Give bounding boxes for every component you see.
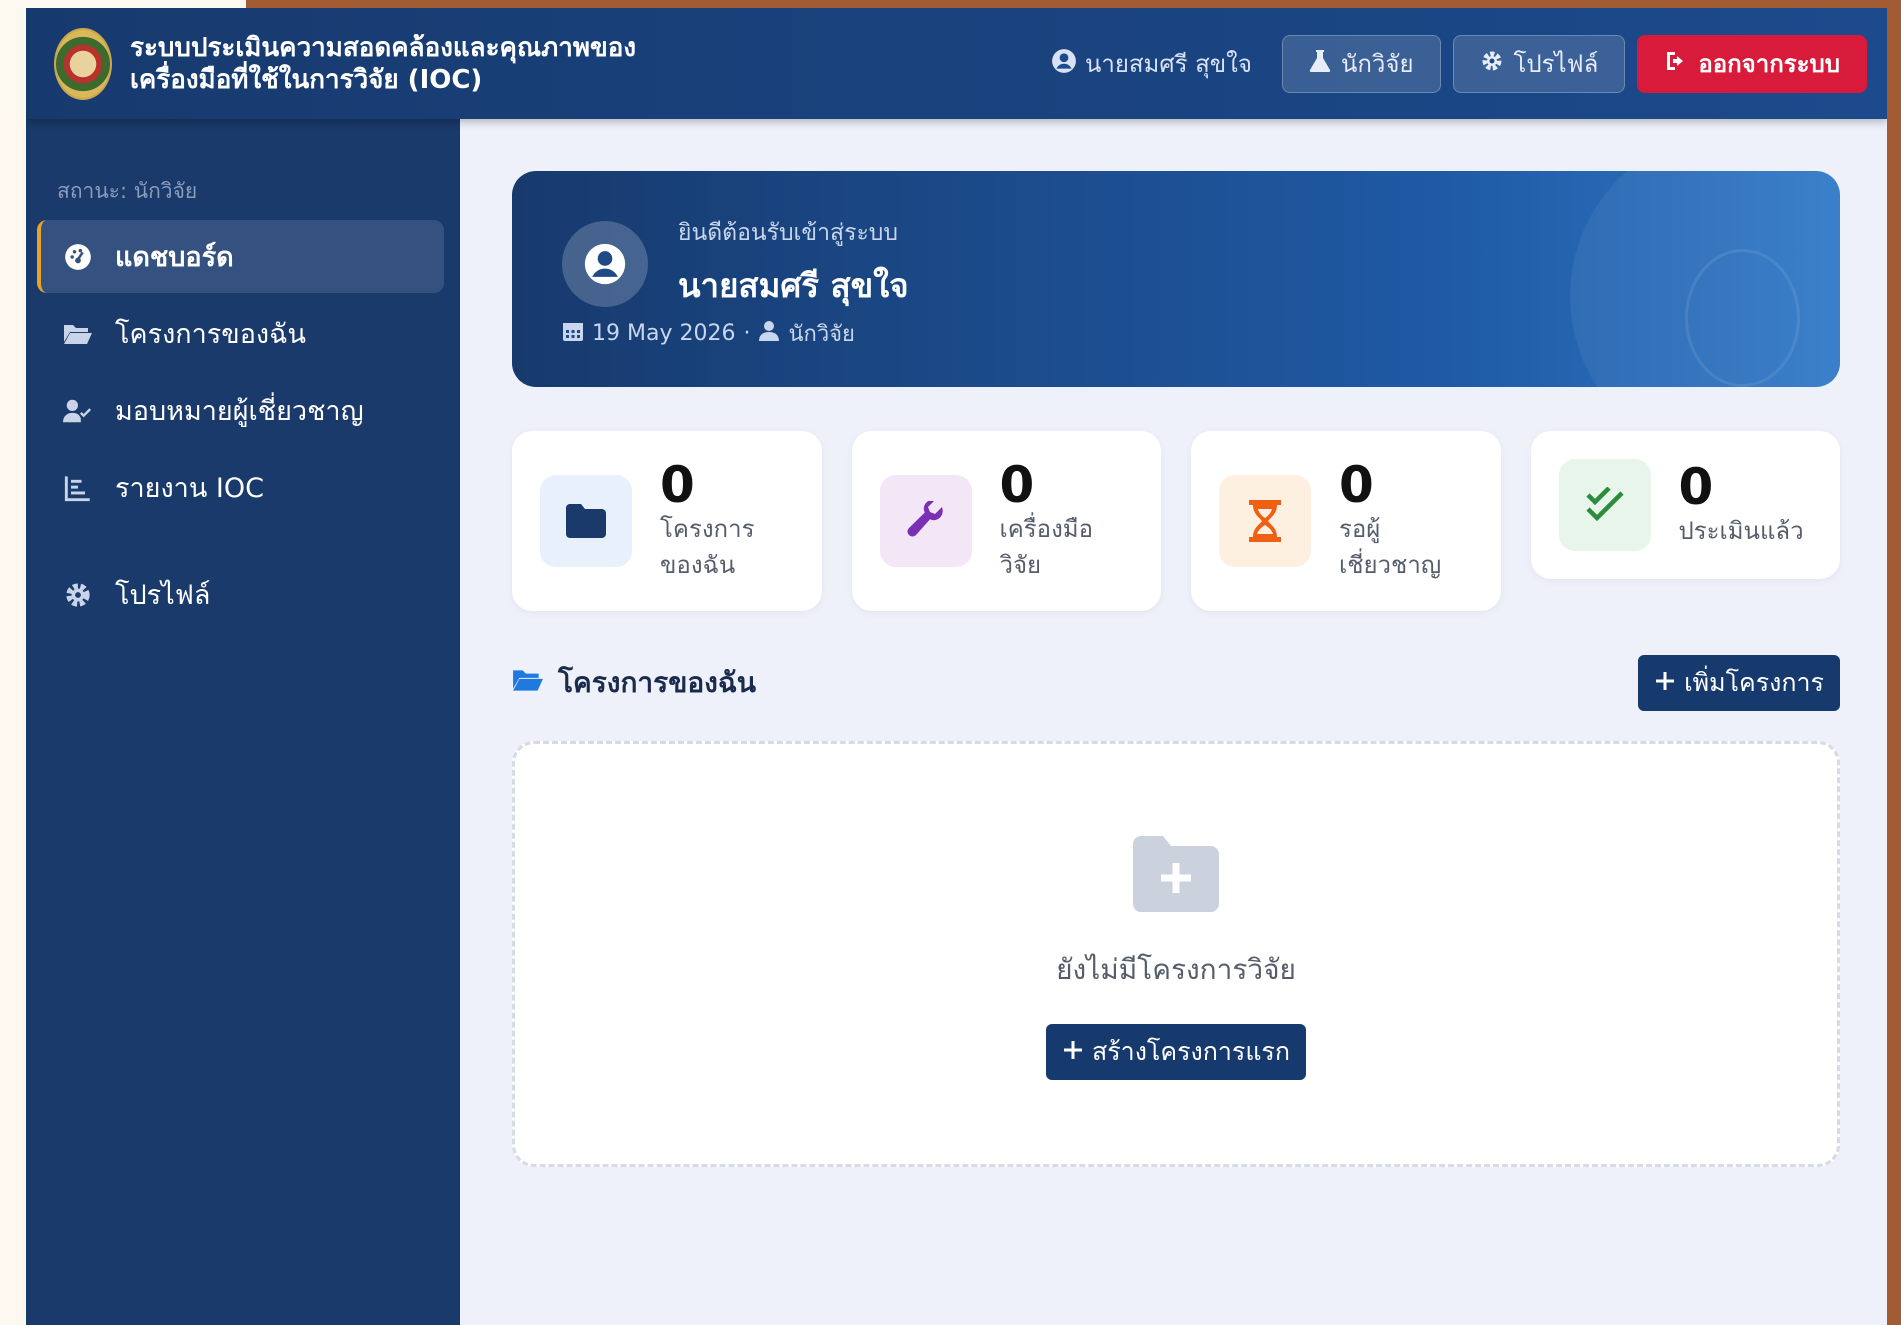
user-check-icon <box>63 396 93 426</box>
add-project-label: เพิ่มโครงการ <box>1684 668 1824 697</box>
gear-icon <box>1480 49 1504 79</box>
stat-text: 0 รอผู้เชี่ยวชาญ <box>1339 459 1473 583</box>
current-user: นายสมศรี สุขใจ <box>1051 44 1252 83</box>
user-icon <box>758 320 780 348</box>
stat-icon-box <box>1219 475 1311 567</box>
sidebar-item-assign-experts[interactable]: มอบหมายผู้เชี่ยวชาญ <box>37 374 444 447</box>
window-frame-right <box>1887 0 1901 1325</box>
chart-icon <box>63 473 93 503</box>
user-circle-icon <box>584 243 626 284</box>
avatar <box>562 220 648 307</box>
plus-icon <box>1654 669 1676 698</box>
stat-card-research-tools[interactable]: 0 เครื่องมือวิจัย <box>851 431 1161 611</box>
stat-icon-box <box>540 475 632 567</box>
welcome-user-name: นายสมศรี สุขใจ <box>678 266 909 305</box>
sidebar-role-label: สถานะ: นักวิจัย <box>57 179 198 203</box>
folder-icon <box>566 504 606 538</box>
sidebar-item-label: รายงาน IOC <box>115 473 264 504</box>
stat-icon-box <box>879 475 972 567</box>
sidebar: สถานะ: นักวิจัย แดชบอร์ด โครงการของฉัน ม… <box>26 119 460 1325</box>
hourglass-icon <box>1249 500 1281 542</box>
welcome-banner: ยินดีต้อนรับเข้าสู่ระบบ นายสมศรี สุขใจ 1… <box>512 171 1840 387</box>
sidebar-item-label: มอบหมายผู้เชี่ยวชาญ <box>115 396 364 427</box>
calendar-icon <box>562 320 584 348</box>
gear-icon <box>63 580 93 610</box>
create-first-project-label: สร้างโครงการแรก <box>1092 1037 1290 1066</box>
stat-text: 0 ประเมินแล้ว <box>1679 461 1804 549</box>
meta-separator: · <box>743 321 751 346</box>
stat-card-evaluated[interactable]: 0 ประเมินแล้ว <box>1530 431 1840 579</box>
logout-button[interactable]: ออกจากระบบ <box>1637 34 1867 93</box>
welcome-date: 19 May 2026 <box>592 321 736 346</box>
projects-header: โครงการของฉัน เพิ่มโครงการ <box>512 655 1840 711</box>
stat-label: ประเมินแล้ว <box>1678 517 1804 545</box>
logout-button-label: ออกจากระบบ <box>1698 50 1840 78</box>
stat-value: 0 <box>999 456 1035 514</box>
stats-row: 0 โครงการของฉัน 0 เครื่องมือวิจัย 0 รอผู… <box>512 431 1840 611</box>
stat-text: 0 เครื่องมือวิจัย <box>1000 459 1134 583</box>
sidebar-item-ioc-report[interactable]: รายงาน IOC <box>37 451 444 524</box>
folder-open-icon <box>512 667 544 700</box>
sidebar-item-label: โปรไฟล์ <box>115 580 211 611</box>
sidebar-item-my-projects[interactable]: โครงการของฉัน <box>37 297 444 370</box>
app-window: ระบบประเมินความสอดคล้องและคุณภาพของเครื่… <box>26 8 1887 1325</box>
stat-value: 0 <box>1339 456 1374 514</box>
stat-value: 0 <box>660 456 695 514</box>
role-button-label: นักวิจัย <box>1340 50 1414 78</box>
top-header: ระบบประเมินความสอดคล้องและคุณภาพของเครื่… <box>26 8 1887 119</box>
folder-open-icon <box>63 319 93 349</box>
stat-text: 0 โครงการของฉัน <box>660 459 794 583</box>
stat-card-my-projects[interactable]: 0 โครงการของฉัน <box>512 431 822 611</box>
profile-button[interactable]: โปรไฟล์ <box>1452 34 1626 93</box>
sidebar-item-label: แดชบอร์ด <box>115 242 234 273</box>
dashboard-icon <box>63 242 93 272</box>
user-circle-icon <box>1051 48 1077 80</box>
app-title: ระบบประเมินความสอดคล้องและคุณภาพของเครื่… <box>130 32 637 95</box>
plus-icon <box>1062 1038 1084 1067</box>
stat-label: เครื่องมือวิจัย <box>999 515 1094 579</box>
projects-title-text: โครงการของฉัน <box>558 666 757 699</box>
create-first-project-button[interactable]: สร้างโครงการแรก <box>1046 1024 1306 1080</box>
header-actions: นายสมศรี สุขใจ นักวิจัย โปรไฟล์ ออกจากระ… <box>1051 34 1867 93</box>
window-frame-top <box>246 0 1901 8</box>
sidebar-item-profile[interactable]: โปรไฟล์ <box>37 558 444 631</box>
university-logo <box>54 27 112 100</box>
welcome-text: ยินดีต้อนรับเข้าสู่ระบบ นายสมศรี สุขใจ <box>678 215 909 312</box>
welcome-greeting: ยินดีต้อนรับเข้าสู่ระบบ <box>678 220 899 246</box>
stat-card-awaiting-experts[interactable]: 0 รอผู้เชี่ยวชาญ <box>1191 431 1501 611</box>
sign-out-icon <box>1664 49 1688 79</box>
profile-button-label: โปรไฟล์ <box>1513 50 1599 78</box>
stat-value: 0 <box>1678 458 1714 516</box>
stat-label: รอผู้เชี่ยวชาญ <box>1339 515 1442 579</box>
check-double-icon <box>1585 487 1624 522</box>
main-content: ยินดีต้อนรับเข้าสู่ระบบ นายสมศรี สุขใจ 1… <box>512 171 1840 1167</box>
projects-empty-state: ยังไม่มีโครงการวิจัย สร้างโครงการแรก <box>512 741 1840 1167</box>
sidebar-item-label: โครงการของฉัน <box>115 319 306 350</box>
wrench-icon <box>907 501 943 537</box>
user-name-text: นายสมศรี สุขใจ <box>1084 50 1252 78</box>
stat-icon-box <box>1558 459 1651 551</box>
welcome-role: นักวิจัย <box>788 322 855 347</box>
sidebar-item-dashboard[interactable]: แดชบอร์ด <box>37 220 444 293</box>
projects-title: โครงการของฉัน <box>512 661 756 705</box>
banner-seal-watermark <box>1685 249 1800 387</box>
add-project-button[interactable]: เพิ่มโครงการ <box>1638 655 1840 711</box>
folder-plus-icon <box>1133 836 1219 916</box>
stat-label: โครงการของฉัน <box>660 515 755 579</box>
flask-icon <box>1309 49 1331 79</box>
empty-state-text: ยังไม่มีโครงการวิจัย <box>1056 953 1296 986</box>
role-button[interactable]: นักวิจัย <box>1281 34 1441 93</box>
